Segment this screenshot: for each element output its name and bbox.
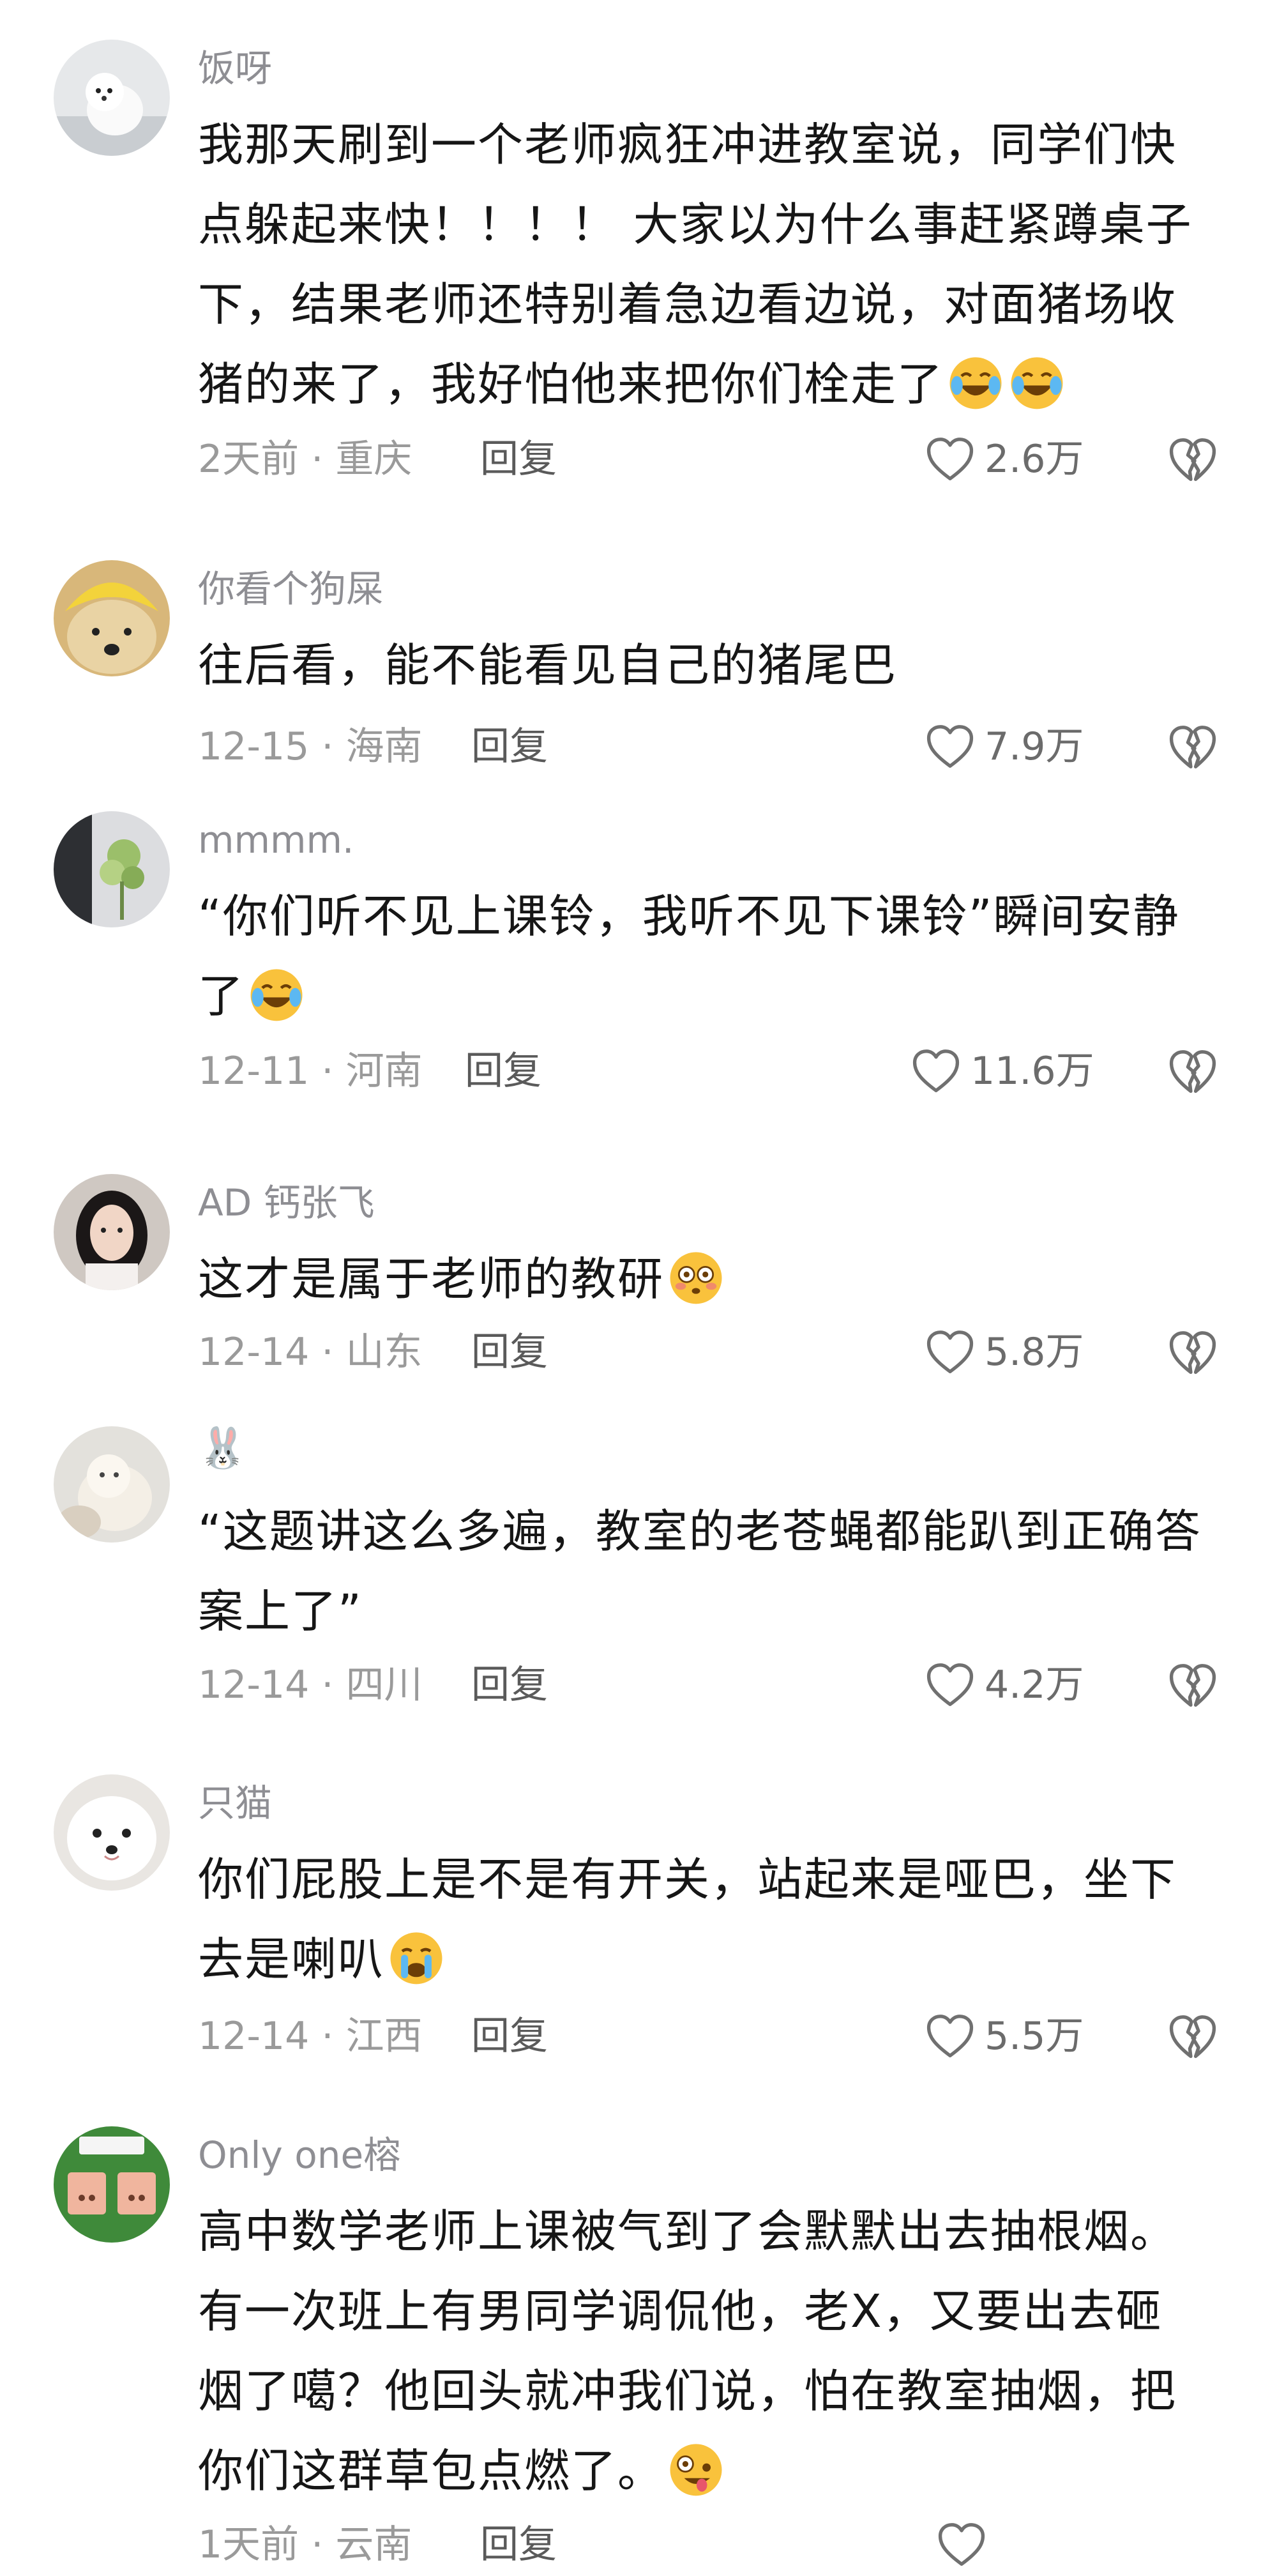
comment-line: “你们听不见上课铃，我听不见下课铃”瞬间安静 xyxy=(198,890,1180,943)
dislike-button[interactable] xyxy=(1168,1659,1220,1711)
comment-meta: 12-14 · 四川 回复 4.2万 xyxy=(198,1659,1232,1711)
comment-text: 往后看，能不能看见自己的猪尾巴 xyxy=(198,625,1245,705)
reply-button[interactable]: 回复 xyxy=(480,2519,557,2570)
like-count: 4.2万 xyxy=(985,1663,1084,1707)
heart-outline-icon xyxy=(912,1049,960,1093)
comment-line: 高中数学老师上课被气到了会默默出去抽根烟。 xyxy=(198,2205,1177,2258)
comment-meta: 12-14 · 山东 回复 5.8万 xyxy=(198,1327,1232,1378)
reply-button[interactable]: 回复 xyxy=(471,721,548,772)
comment-text: 这才是属于老师的教研 xyxy=(198,1239,1245,1319)
reply-button[interactable]: 回复 xyxy=(471,1327,548,1378)
comment-meta: 1天前 · 云南 回复 xyxy=(198,2519,1232,2570)
like-button[interactable]: 5.5万 xyxy=(926,2011,1143,2062)
broken-heart-icon xyxy=(1169,1331,1216,1375)
time-location: 2天前 · 重庆 xyxy=(198,437,412,482)
comment-line: 案上了” xyxy=(198,1585,363,1638)
broken-heart-icon xyxy=(1169,438,1216,482)
reply-button[interactable]: 回复 xyxy=(480,434,557,485)
broken-heart-icon xyxy=(1169,2015,1216,2059)
comment-meta: 12-15 · 海南 回复 7.9万 xyxy=(198,721,1232,772)
time-location: 12-15 · 海南 xyxy=(198,724,423,769)
time-location: 12-14 · 江西 xyxy=(198,2014,423,2059)
dislike-button[interactable] xyxy=(1168,434,1220,485)
crying-laughing-emoji xyxy=(1008,353,1066,411)
username[interactable]: 🐰 xyxy=(198,1428,247,1468)
like-button[interactable] xyxy=(937,2519,1154,2570)
dislike-button[interactable] xyxy=(1168,1046,1220,1097)
like-button[interactable]: 2.6万 xyxy=(926,434,1143,485)
username[interactable]: 只猫 xyxy=(198,1785,272,1822)
time-location: 12-14 · 山东 xyxy=(198,1330,423,1375)
time-location: 1天前 · 云南 xyxy=(198,2522,412,2567)
reply-button[interactable]: 回复 xyxy=(471,1659,548,1711)
heart-outline-icon xyxy=(926,1330,974,1374)
comment-text: 我那天刷到一个老师疯狂冲进教室说，同学们快 点躲起来快！！！！ 大家以为什么事赶… xyxy=(198,105,1245,424)
comment-line: 猪的来了，我好怕他来把你们栓走了 xyxy=(198,358,944,411)
username[interactable]: Only one榕 xyxy=(198,2137,400,2174)
dislike-button[interactable] xyxy=(1168,721,1220,772)
flushed-emoji xyxy=(667,1247,725,1306)
time-location: 12-14 · 四川 xyxy=(198,1663,423,1707)
heart-outline-icon xyxy=(926,2015,974,2058)
heart-outline-icon xyxy=(926,438,974,481)
avatar[interactable] xyxy=(54,1774,170,1891)
broken-heart-icon xyxy=(1169,1050,1216,1094)
broken-heart-icon xyxy=(1169,726,1216,769)
avatar[interactable] xyxy=(54,2126,170,2243)
avatar[interactable] xyxy=(54,811,170,927)
like-count: 5.8万 xyxy=(985,1330,1084,1375)
heart-outline-icon xyxy=(926,725,974,768)
comment-line: 下，结果老师还特别着急边看边说，对面猪场收 xyxy=(198,278,1177,331)
avatar[interactable] xyxy=(54,1426,170,1543)
username[interactable]: 饭呀 xyxy=(198,50,272,87)
crying-laughing-emoji xyxy=(946,353,1005,411)
avatar[interactable] xyxy=(54,560,170,676)
comment-text: 你们屁股上是不是有开关，站起来是哑巴，坐下 去是喇叭 xyxy=(198,1840,1245,1999)
comment-meta: 12-11 · 河南 回复 11.6万 xyxy=(198,1046,1232,1097)
comment-text: 高中数学老师上课被气到了会默默出去抽根烟。 有一次班上有男同学调侃他，老X，又要… xyxy=(198,2191,1245,2511)
comment-line: 去是喇叭 xyxy=(198,1933,385,1986)
like-button[interactable]: 5.8万 xyxy=(926,1327,1143,1378)
comment-line: “这题讲这么多遍，教室的老苍蝇都能趴到正确答 xyxy=(198,1505,1202,1558)
comment-meta: 2天前 · 重庆 回复 2.6万 xyxy=(198,434,1232,485)
like-count: 5.5万 xyxy=(985,2014,1084,2059)
username[interactable]: 你看个狗屎 xyxy=(198,570,383,607)
comment-line: 你们屁股上是不是有开关，站起来是哑巴，坐下 xyxy=(198,1853,1177,1906)
dislike-button[interactable] xyxy=(1168,2011,1220,2062)
comment-line: 有一次班上有男同学调侃他，老X，又要出去砸 xyxy=(198,2285,1163,2338)
comment-text: “这题讲这么多遍，教室的老苍蝇都能趴到正确答 案上了” xyxy=(198,1491,1245,1651)
like-button[interactable]: 4.2万 xyxy=(926,1659,1143,1711)
comment-line: 这才是属于老师的教研 xyxy=(198,1253,665,1306)
crying-laughing-emoji xyxy=(247,964,306,1023)
reply-button[interactable]: 回复 xyxy=(471,2011,548,2062)
comment-line: 了 xyxy=(198,970,245,1023)
avatar[interactable] xyxy=(54,40,170,156)
like-button[interactable]: 11.6万 xyxy=(912,1046,1129,1097)
broken-heart-icon xyxy=(1169,1664,1216,1707)
username[interactable]: mmmm. xyxy=(198,821,354,858)
heart-outline-icon xyxy=(938,2523,985,2566)
username[interactable]: AD 钙张飞 xyxy=(198,1184,375,1221)
dislike-button[interactable] xyxy=(1168,1327,1220,1378)
like-count: 11.6万 xyxy=(971,1049,1094,1094)
heart-outline-icon xyxy=(926,1663,974,1707)
comment-line: 你们这群草包点燃了。 xyxy=(198,2444,665,2497)
like-button[interactable]: 7.9万 xyxy=(926,721,1143,772)
comment-line: 我那天刷到一个老师疯狂冲进教室说，同学们快 xyxy=(198,118,1177,171)
like-count: 7.9万 xyxy=(985,724,1084,769)
crying-emoji xyxy=(387,1928,446,1986)
avatar[interactable] xyxy=(54,1174,170,1290)
comment-line: 往后看，能不能看见自己的猪尾巴 xyxy=(198,639,898,692)
zany-emoji xyxy=(667,2439,725,2498)
reply-button[interactable]: 回复 xyxy=(465,1046,541,1097)
comment-meta: 12-14 · 江西 回复 5.5万 xyxy=(198,2011,1232,2062)
time-location: 12-11 · 河南 xyxy=(198,1049,423,1094)
like-count: 2.6万 xyxy=(985,437,1084,482)
comment-line: 点躲起来快！！！！ 大家以为什么事赶紧蹲桌子 xyxy=(198,198,1193,251)
comment-text: “你们听不见上课铃，我听不见下课铃”瞬间安静 了 xyxy=(198,876,1245,1036)
comment-line: 烟了噶？他回头就冲我们说，怕在教室抽烟，把 xyxy=(198,2365,1177,2418)
